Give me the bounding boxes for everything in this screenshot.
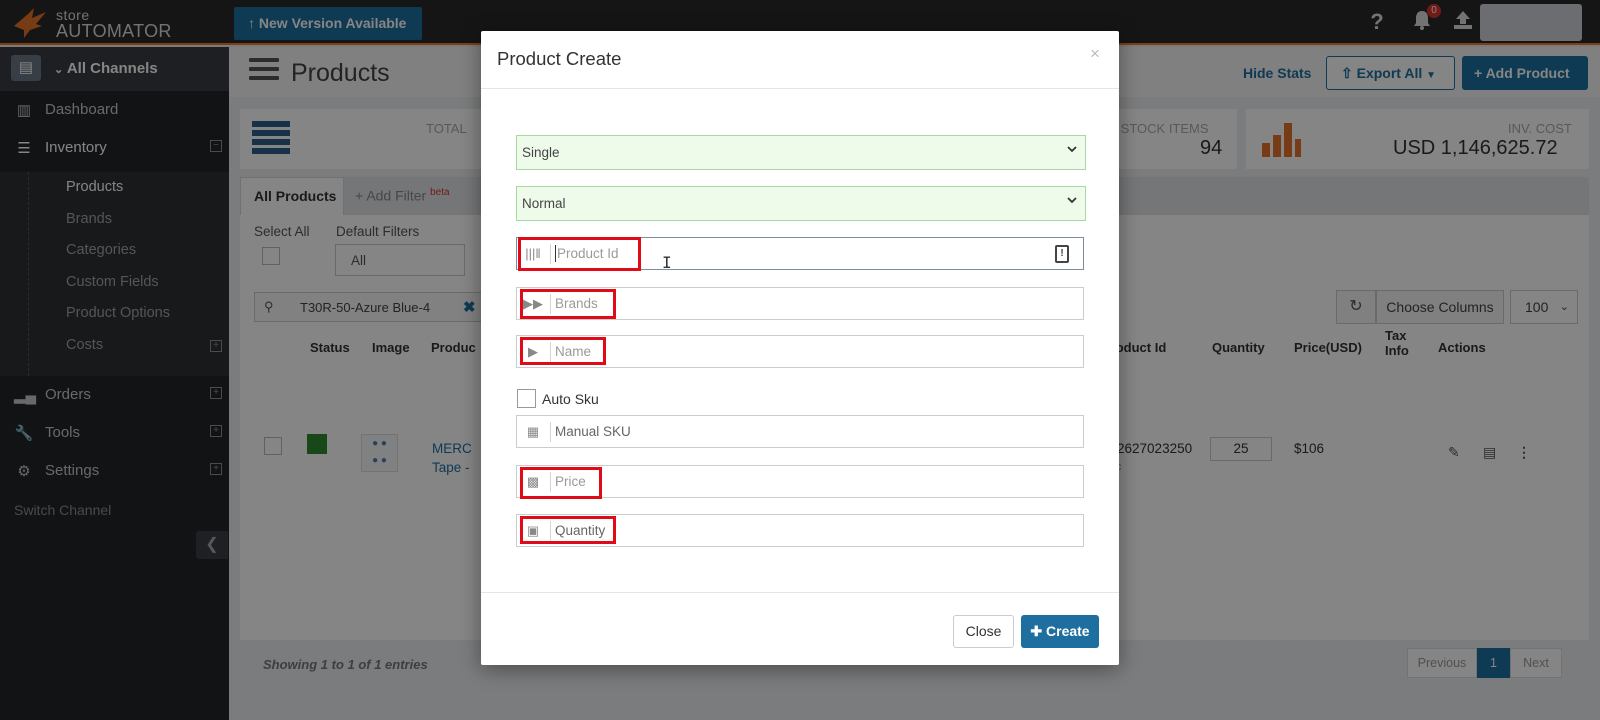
mouse-text-cursor-icon: I [662,253,672,272]
chevron-down-icon [1067,146,1077,153]
highlight-box-quantity [520,516,616,544]
manual-sku-input[interactable]: ▦ Manual SKU [516,415,1084,448]
modal-footer: Close ✚ Create [481,592,1119,665]
product-create-modal: Product Create × Single Normal |||‖ Prod… [481,31,1119,665]
modal-title: Product Create [497,48,622,69]
create-label: Create [1046,623,1090,639]
modal-header: Product Create × [481,31,1119,89]
product-kind-select[interactable]: Normal [516,186,1086,221]
create-button[interactable]: ✚ Create [1021,615,1099,648]
highlight-box-name [520,337,606,365]
mobile-scan-icon[interactable]: ! [1055,245,1069,263]
highlight-box-brands [520,289,616,319]
plus-icon: ✚ [1030,623,1043,639]
product-type-select[interactable]: Single [516,135,1086,170]
close-button[interactable]: Close [953,615,1014,648]
highlight-box-product-id [518,237,641,271]
auto-sku-label: Auto Sku [542,391,599,407]
chevron-down-icon [1067,197,1077,204]
close-icon[interactable]: × [1090,44,1100,64]
manual-sku-placeholder: Manual SKU [555,424,631,439]
product-kind-value: Normal [522,196,566,211]
auto-sku-checkbox[interactable] [517,389,536,408]
highlight-box-price [520,467,602,499]
product-type-value: Single [522,145,560,160]
qr-code-icon: ▦ [526,424,540,439]
